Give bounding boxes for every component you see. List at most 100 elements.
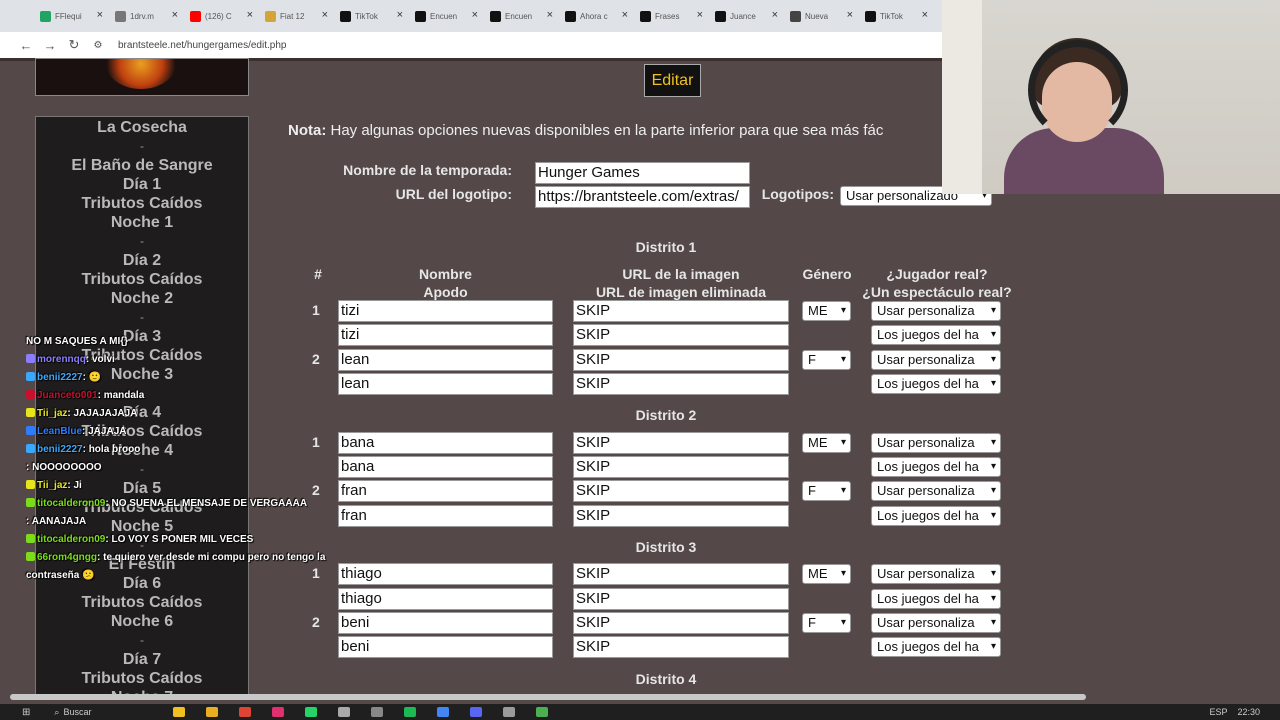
player-nickname-input[interactable]: tizi <box>338 324 553 346</box>
capture-icon[interactable] <box>338 707 351 717</box>
tab-close-icon[interactable]: × <box>322 9 328 21</box>
browser-tab[interactable]: Encuen × <box>409 4 484 28</box>
file-explorer-icon[interactable] <box>206 707 219 717</box>
sidebar-item[interactable]: El Baño de Sangre <box>36 156 248 175</box>
taskbar-search-label[interactable]: Buscar <box>63 707 173 717</box>
edit-button[interactable]: Editar <box>644 64 701 97</box>
address-bar[interactable]: brantsteele.net/hungergames/edit.php <box>118 40 286 51</box>
sidebar-item[interactable]: Tributos Caídos <box>36 593 248 612</box>
sidebar-item[interactable]: Día 2 <box>36 251 248 270</box>
browser-tab[interactable]: Nueva × <box>784 4 859 28</box>
real-show-select[interactable]: Los juegos del ha ▾ <box>871 637 1001 657</box>
whatsapp-icon[interactable] <box>305 707 318 717</box>
sidebar-item[interactable]: Noche 6 <box>36 612 248 631</box>
language-indicator[interactable]: ESP <box>1209 707 1227 717</box>
chrome-alt-icon[interactable] <box>437 707 450 717</box>
player-image-url-input[interactable]: SKIP <box>573 612 789 634</box>
horizontal-scrollbar[interactable] <box>10 694 1086 700</box>
tab-close-icon[interactable]: × <box>397 9 403 21</box>
player-dead-image-url-input[interactable]: SKIP <box>573 373 789 395</box>
browser-tab[interactable]: FFlequi × <box>34 4 109 28</box>
sidebar-item[interactable]: Día 1 <box>36 175 248 194</box>
tab-close-icon[interactable]: × <box>622 9 628 21</box>
player-name-input[interactable]: bana <box>338 432 553 454</box>
player-dead-image-url-input[interactable]: SKIP <box>573 588 789 610</box>
real-show-select[interactable]: Los juegos del ha ▾ <box>871 374 1001 394</box>
browser-tab[interactable]: TikTok × <box>334 4 409 28</box>
minecraft-icon[interactable] <box>536 707 549 717</box>
tab-close-icon[interactable]: × <box>472 9 478 21</box>
sidebar-item[interactable]: Tributos Caídos <box>36 194 248 213</box>
season-name-input[interactable]: Hunger Games <box>535 162 750 184</box>
real-player-select[interactable]: Usar personaliza ▾ <box>871 481 1001 501</box>
windows-start-icon[interactable]: ⊞ <box>22 707 30 718</box>
player-dead-image-url-input[interactable]: SKIP <box>573 324 789 346</box>
player-dead-image-url-input[interactable]: SKIP <box>573 636 789 658</box>
sidebar-item[interactable]: Tributos Caídos <box>36 669 248 688</box>
sidebar-item[interactable]: Noche 1 <box>36 213 248 232</box>
tab-close-icon[interactable]: × <box>697 9 703 21</box>
taskbar-search-icon[interactable]: ⌕ <box>54 707 59 718</box>
chrome-icon[interactable] <box>239 707 252 717</box>
back-icon[interactable]: ← <box>14 38 38 53</box>
taskbar-app-icon[interactable] <box>173 707 186 717</box>
player-image-url-input[interactable]: SKIP <box>573 300 789 322</box>
reload-icon[interactable]: ↻ <box>62 37 86 53</box>
real-player-select[interactable]: Usar personaliza ▾ <box>871 433 1001 453</box>
discord-icon[interactable] <box>470 707 483 717</box>
tab-close-icon[interactable]: × <box>922 9 928 21</box>
player-nickname-input[interactable]: thiago <box>338 588 553 610</box>
real-show-select[interactable]: Los juegos del ha ▾ <box>871 457 1001 477</box>
spotify-icon[interactable] <box>404 707 417 717</box>
browser-tab[interactable]: Fiat 12 × <box>259 4 334 28</box>
logo-url-input[interactable]: https://brantsteele.com/extras/ <box>535 186 750 208</box>
app-icon[interactable] <box>503 707 516 717</box>
tab-close-icon[interactable]: × <box>247 9 253 21</box>
player-dead-image-url-input[interactable]: SKIP <box>573 456 789 478</box>
player-name-input[interactable]: thiago <box>338 563 553 585</box>
player-name-input[interactable]: lean <box>338 349 553 371</box>
gender-select[interactable]: ME ▾ <box>802 301 851 321</box>
tab-close-icon[interactable]: × <box>97 9 103 21</box>
gender-select[interactable]: F ▾ <box>802 350 851 370</box>
tab-close-icon[interactable]: × <box>772 9 778 21</box>
sidebar-item[interactable]: La Cosecha <box>36 118 248 137</box>
real-show-select[interactable]: Los juegos del ha ▾ <box>871 506 1001 526</box>
forward-icon[interactable]: → <box>38 38 62 53</box>
tab-close-icon[interactable]: × <box>847 9 853 21</box>
tiktok-icon[interactable] <box>272 707 285 717</box>
real-player-select[interactable]: Usar personaliza ▾ <box>871 301 1001 321</box>
player-nickname-input[interactable]: fran <box>338 505 553 527</box>
tab-close-icon[interactable]: × <box>547 9 553 21</box>
browser-tab[interactable]: Frases × <box>634 4 709 28</box>
player-dead-image-url-input[interactable]: SKIP <box>573 505 789 527</box>
real-player-select[interactable]: Usar personaliza ▾ <box>871 350 1001 370</box>
player-name-input[interactable]: fran <box>338 480 553 502</box>
player-image-url-input[interactable]: SKIP <box>573 563 789 585</box>
browser-tab[interactable]: Juance × <box>709 4 784 28</box>
browser-tab[interactable]: (126) C × <box>184 4 259 28</box>
real-show-select[interactable]: Los juegos del ha ▾ <box>871 589 1001 609</box>
player-image-url-input[interactable]: SKIP <box>573 480 789 502</box>
player-nickname-input[interactable]: bana <box>338 456 553 478</box>
sidebar-item[interactable]: Noche 2 <box>36 289 248 308</box>
browser-tab[interactable]: Ahora c × <box>559 4 634 28</box>
real-player-select[interactable]: Usar personaliza ▾ <box>871 613 1001 633</box>
browser-tab[interactable]: Encuen × <box>484 4 559 28</box>
site-info-icon[interactable]: ⚙ <box>86 40 110 51</box>
gender-select[interactable]: ME ▾ <box>802 564 851 584</box>
gender-select[interactable]: ME ▾ <box>802 433 851 453</box>
browser-tab[interactable]: TikTok × <box>859 4 934 28</box>
player-name-input[interactable]: beni <box>338 612 553 634</box>
player-nickname-input[interactable]: lean <box>338 373 553 395</box>
player-nickname-input[interactable]: beni <box>338 636 553 658</box>
gender-select[interactable]: F ▾ <box>802 613 851 633</box>
player-image-url-input[interactable]: SKIP <box>573 349 789 371</box>
real-player-select[interactable]: Usar personaliza ▾ <box>871 564 1001 584</box>
real-show-select[interactable]: Los juegos del ha ▾ <box>871 325 1001 345</box>
player-image-url-input[interactable]: SKIP <box>573 432 789 454</box>
sidebar-item[interactable]: Tributos Caídos <box>36 270 248 289</box>
browser-tab[interactable]: 1drv.m × <box>109 4 184 28</box>
clock[interactable]: 22:30 <box>1237 707 1260 717</box>
player-name-input[interactable]: tizi <box>338 300 553 322</box>
